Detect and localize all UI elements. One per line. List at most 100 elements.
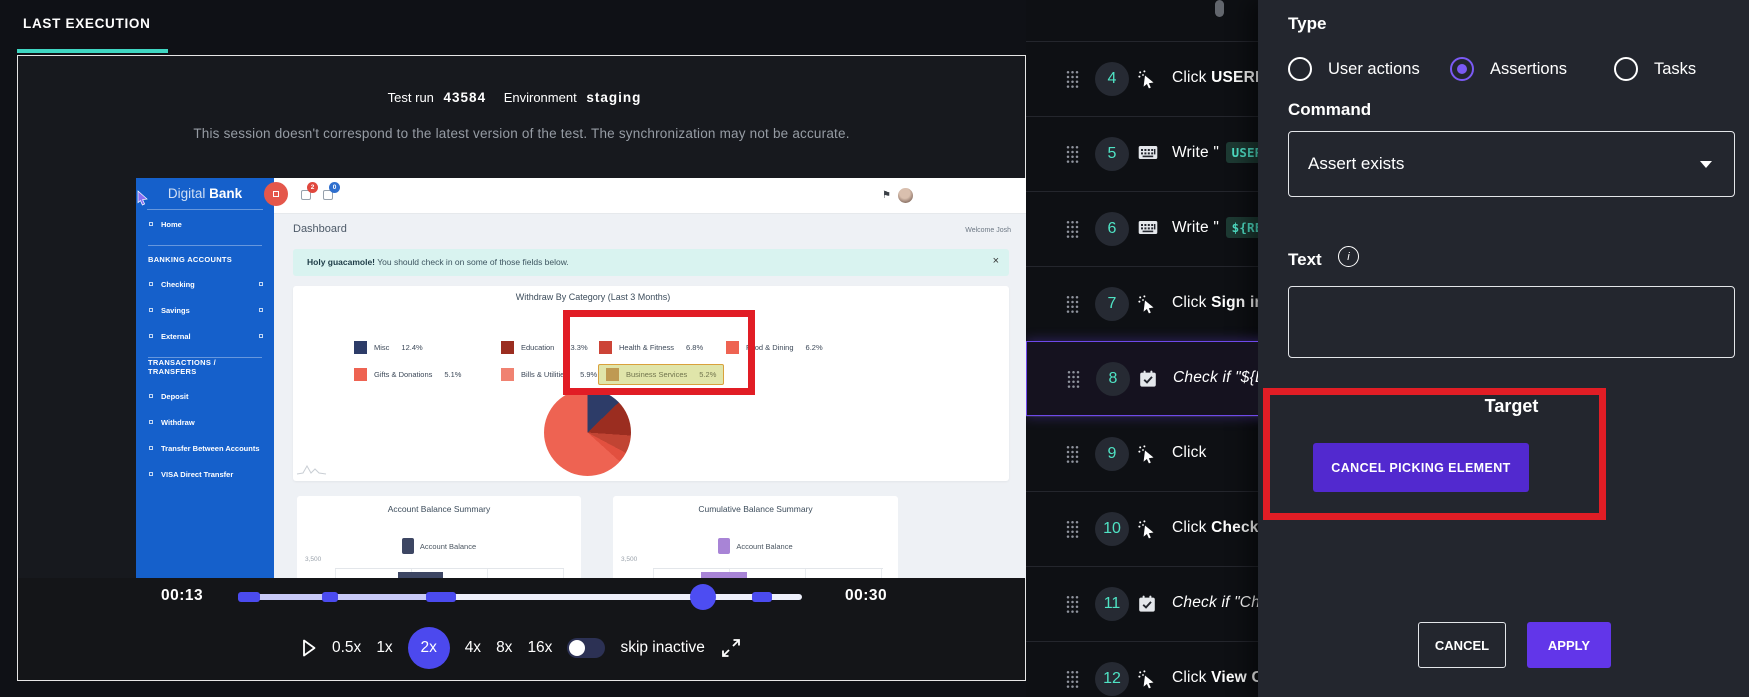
step-number: 7 bbox=[1095, 287, 1129, 321]
check-icon bbox=[1138, 595, 1156, 618]
sparkline-icon bbox=[296, 464, 327, 475]
element-highlight-box bbox=[563, 310, 755, 395]
drag-handle[interactable] bbox=[1066, 295, 1079, 319]
step-number: 4 bbox=[1095, 62, 1129, 96]
test-run-value: 43584 bbox=[443, 90, 487, 105]
keyboard-icon bbox=[1138, 220, 1158, 240]
blue-badge: 0 bbox=[329, 182, 340, 193]
timeline-marker bbox=[752, 592, 772, 602]
player-controls: 00:13 00:30 0.5x 1x 2x 4x 8x 16x skip inactiv… bbox=[18, 578, 1025, 680]
welcome-text: Welcome Josh bbox=[965, 227, 1011, 234]
expand-icon bbox=[259, 334, 263, 338]
step-row-9[interactable]: 9 Click bbox=[1026, 416, 1258, 491]
bank-nav-item: Transfer Between Accounts bbox=[136, 435, 274, 461]
account-balance-card: Account Balance Summary Account Balance … bbox=[297, 496, 581, 579]
legend-swatch bbox=[354, 341, 367, 354]
play-icon[interactable] bbox=[301, 638, 317, 658]
speed-0.5x-button[interactable]: 0.5x bbox=[332, 639, 361, 657]
bank-nav-list: Home BANKING ACCOUNTS Checking Savings Exter… bbox=[136, 211, 274, 487]
legend-item: Misc 12.4% bbox=[354, 341, 423, 354]
notification-icon: 2 bbox=[301, 182, 318, 200]
drag-handle[interactable] bbox=[1066, 145, 1079, 169]
step-number: 9 bbox=[1095, 437, 1129, 471]
drag-handle[interactable] bbox=[1066, 595, 1079, 619]
radio-tasks[interactable]: Tasks bbox=[1614, 57, 1696, 81]
command-heading: Command bbox=[1288, 100, 1372, 119]
speed-2x-button[interactable]: 2x bbox=[407, 627, 450, 669]
bank-nav-item: Savings bbox=[136, 297, 274, 323]
alert-banner: Holy guacamole! You should check in on s… bbox=[293, 249, 1009, 276]
step-label: Write " USER bbox=[1172, 142, 1258, 163]
step-row-8[interactable]: 8 Check if "${L bbox=[1026, 341, 1258, 416]
summary-right-swatch bbox=[718, 538, 731, 554]
speed-16x-button[interactable]: 16x bbox=[527, 639, 552, 657]
speed-8x-button[interactable]: 8x bbox=[496, 639, 512, 657]
drag-handle[interactable] bbox=[1067, 370, 1080, 394]
step-number: 6 bbox=[1095, 212, 1129, 246]
step-row-12[interactable]: 12 Click View C bbox=[1026, 641, 1258, 697]
bullet-icon bbox=[149, 308, 153, 312]
drag-handle[interactable] bbox=[1066, 445, 1079, 469]
video-preview[interactable]: Digital Bank Home BANKING ACCOUNTS Checkin… bbox=[136, 178, 1026, 579]
radio-user-actions[interactable]: User actions bbox=[1288, 57, 1420, 81]
scrollbar-thumb[interactable] bbox=[1215, 0, 1224, 17]
tab-active-indicator bbox=[17, 49, 168, 53]
radio-label: User actions bbox=[1328, 59, 1420, 78]
app-root: LAST EXECUTION Test run 43584 Environmen… bbox=[0, 0, 1749, 697]
alert-rest: You should check in on some of those fie… bbox=[377, 257, 569, 267]
step-label: Click USERN bbox=[1172, 69, 1258, 86]
command-select[interactable]: Assert exists bbox=[1288, 131, 1735, 197]
cursor-icon bbox=[1138, 520, 1157, 544]
bank-topbar: 2 0 ⚑ bbox=[274, 178, 1026, 214]
cursor-icon bbox=[1138, 70, 1157, 94]
speed-1x-button[interactable]: 1x bbox=[376, 639, 392, 657]
pie-chart bbox=[544, 389, 631, 476]
cursor-icon bbox=[1138, 670, 1157, 694]
info-icon[interactable]: i bbox=[1338, 246, 1359, 267]
command-value: Assert exists bbox=[1308, 154, 1405, 173]
tab-last-execution[interactable]: LAST EXECUTION bbox=[23, 16, 151, 31]
annotation-box-target bbox=[1263, 388, 1606, 520]
legend-value: 5.1% bbox=[444, 370, 462, 379]
radio-assertions[interactable]: Assertions bbox=[1450, 57, 1567, 81]
flag-icon: ⚑ bbox=[882, 190, 891, 201]
fullscreen-icon[interactable] bbox=[720, 637, 742, 659]
summary-left-swatch bbox=[401, 538, 414, 554]
radio-icon bbox=[1288, 57, 1312, 81]
bank-nav-item: Deposit bbox=[136, 383, 274, 409]
skip-inactive-toggle[interactable] bbox=[567, 638, 606, 658]
step-label: Check if "${L bbox=[1173, 369, 1258, 386]
notification-icon: 0 bbox=[323, 182, 340, 200]
test-run-label: Test run bbox=[387, 90, 434, 105]
timeline-thumb[interactable] bbox=[690, 584, 716, 610]
step-number: 5 bbox=[1095, 137, 1129, 171]
click-indicator-glyph bbox=[273, 191, 279, 197]
text-heading: Text bbox=[1288, 250, 1322, 269]
step-row-6[interactable]: 6 Write " ${RE bbox=[1026, 191, 1258, 266]
step-label: Click Check bbox=[1172, 519, 1258, 536]
drag-handle[interactable] bbox=[1066, 220, 1079, 244]
chevron-down-icon bbox=[1700, 161, 1712, 168]
drag-handle[interactable] bbox=[1066, 670, 1079, 694]
legend-swatch bbox=[501, 341, 514, 354]
drag-handle[interactable] bbox=[1066, 70, 1079, 94]
step-row-7[interactable]: 7 Click Sign in bbox=[1026, 266, 1258, 341]
bank-page-title: Dashboard bbox=[293, 223, 347, 235]
timeline-marker bbox=[322, 592, 338, 602]
timeline-played bbox=[238, 594, 455, 600]
step-row-10[interactable]: 10 Click Check bbox=[1026, 491, 1258, 566]
assertion-text-input[interactable] bbox=[1288, 286, 1735, 358]
apply-button[interactable]: APPLY bbox=[1527, 622, 1611, 668]
legend-swatch bbox=[501, 368, 514, 381]
drag-handle[interactable] bbox=[1066, 520, 1079, 544]
cancel-button[interactable]: CANCEL bbox=[1418, 622, 1506, 668]
timeline-scrubber[interactable] bbox=[238, 584, 802, 610]
divider bbox=[147, 209, 263, 210]
step-row-11[interactable]: 11 Check if "Ch bbox=[1026, 566, 1258, 641]
step-row-5[interactable]: 5 Write " USER bbox=[1026, 116, 1258, 191]
card-legend-label: Account Balance bbox=[736, 541, 793, 551]
legend-label: Gifts & Donations bbox=[374, 370, 433, 379]
speed-4x-button[interactable]: 4x bbox=[465, 639, 481, 657]
step-row-4[interactable]: 4 Click USERN bbox=[1026, 41, 1258, 116]
bullet-icon bbox=[149, 472, 153, 476]
